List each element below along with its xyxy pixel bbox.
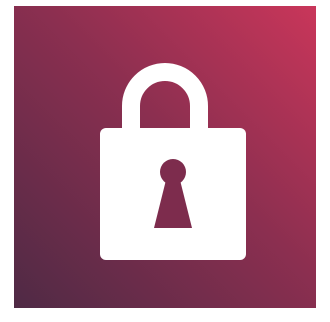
lock-app-icon[interactable]	[14, 6, 316, 308]
screenshot-canvas	[0, 0, 330, 322]
